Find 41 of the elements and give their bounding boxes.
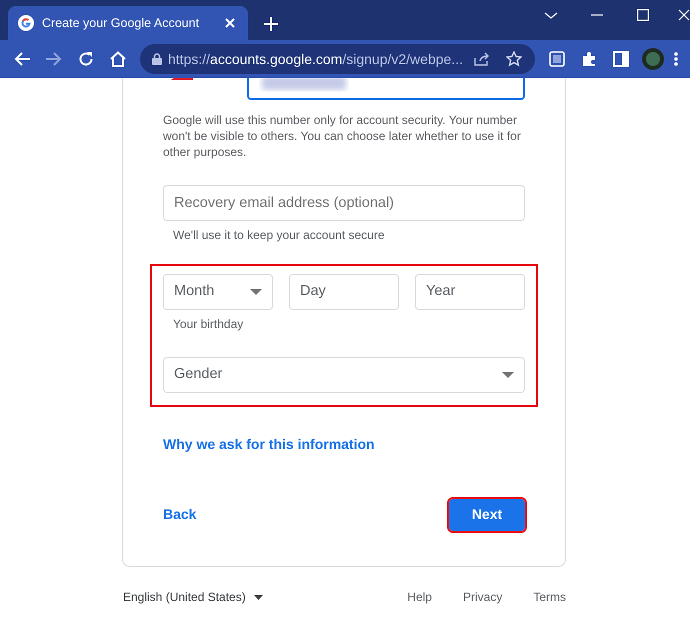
footer-link[interactable]: Privacy — [462, 588, 502, 606]
minimize-icon — [591, 14, 603, 16]
month-select[interactable]: Month — [163, 274, 273, 310]
screenshot-icon — [548, 51, 565, 67]
chevron-down-icon — [544, 10, 558, 20]
back-button[interactable]: Back — [163, 504, 196, 526]
footer-link[interactable]: Help — [407, 588, 432, 606]
recovery-email-field[interactable]: Recovery email address (optional) — [163, 184, 525, 221]
address-bar[interactable]: https://accounts.google.com/signup/v2/webpe... — [140, 44, 535, 74]
info-link[interactable]: Why we ask for this information — [163, 434, 375, 455]
browser-tab[interactable]: Create your Google Account — [8, 6, 248, 40]
recovery-hint: We'll use it to keep your account secure — [173, 226, 386, 243]
url-text: https://accounts.google.com/signup/v2/webpe... — [168, 50, 463, 69]
footer-link[interactable]: Terms — [533, 588, 566, 606]
language-select[interactable]: English (United States) — [123, 588, 263, 606]
home-icon — [110, 51, 126, 67]
side-panel-icon — [612, 51, 629, 67]
birthday-hint: Your birthday — [173, 316, 244, 332]
plus-icon — [264, 17, 278, 32]
maximize-icon — [637, 9, 649, 21]
lock-icon — [152, 53, 162, 65]
forward-arrow-icon — [46, 52, 62, 66]
gender-select[interactable]: Gender — [163, 356, 525, 393]
next-button[interactable]: Next — [449, 498, 525, 531]
star-icon — [506, 51, 522, 67]
puzzle-icon — [580, 51, 597, 67]
caret-icon — [254, 594, 263, 600]
caret-icon — [250, 288, 262, 295]
date-field[interactable]: Year — [415, 274, 525, 310]
google-logo-icon — [18, 15, 34, 31]
reload-icon — [78, 51, 94, 67]
date-field[interactable]: Day — [289, 274, 399, 310]
menu-dots-icon — [674, 51, 678, 67]
phone-note: Google will use this number only for account security. Your number won't be visible to others. You can choose later whether to use it for other purposes. — [163, 112, 522, 161]
caret-icon — [502, 372, 514, 378]
back-arrow-icon — [14, 52, 30, 66]
close-icon — [678, 9, 690, 21]
tab-title: Create your Google Account — [42, 14, 200, 32]
share-icon — [474, 52, 490, 66]
close-icon — [225, 18, 235, 28]
avatar-icon — [642, 48, 664, 70]
